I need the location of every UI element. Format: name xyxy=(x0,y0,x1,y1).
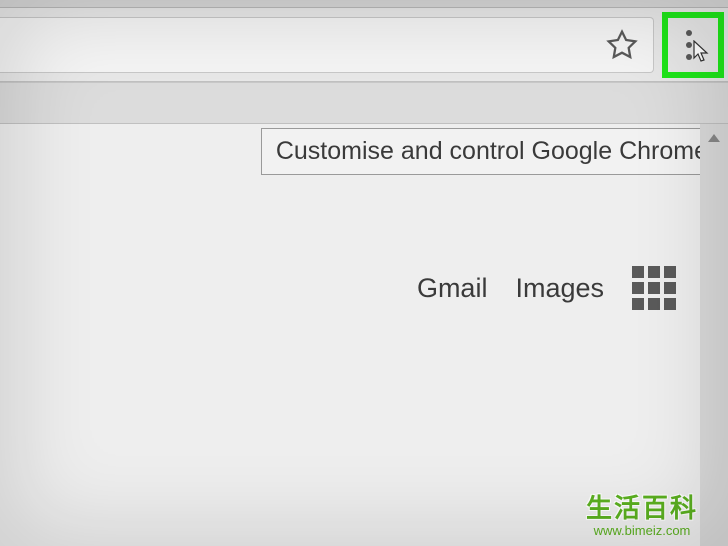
watermark: 生活百科 www.bimeiz.com xyxy=(586,488,698,538)
google-nav-links: Gmail Images xyxy=(417,266,676,310)
bookmarks-bar xyxy=(0,82,728,124)
apps-grid-icon[interactable] xyxy=(632,266,676,310)
watermark-text: 生活百科 xyxy=(586,488,698,525)
mouse-cursor-icon xyxy=(693,40,713,66)
toolbar-row xyxy=(0,8,728,82)
kebab-menu-icon[interactable] xyxy=(686,30,692,60)
bookmark-star-icon[interactable] xyxy=(605,28,639,62)
gmail-link[interactable]: Gmail xyxy=(417,273,488,304)
vertical-scrollbar[interactable] xyxy=(700,124,728,546)
menu-tooltip: Customise and control Google Chrome xyxy=(261,128,723,175)
page-content xyxy=(0,124,700,546)
watermark-url: www.bimeiz.com xyxy=(586,523,698,538)
chrome-menu-button-highlight xyxy=(662,12,724,78)
tab-strip xyxy=(0,0,728,8)
scroll-up-icon[interactable] xyxy=(700,124,728,152)
address-bar[interactable] xyxy=(0,17,654,73)
images-link[interactable]: Images xyxy=(515,273,604,304)
